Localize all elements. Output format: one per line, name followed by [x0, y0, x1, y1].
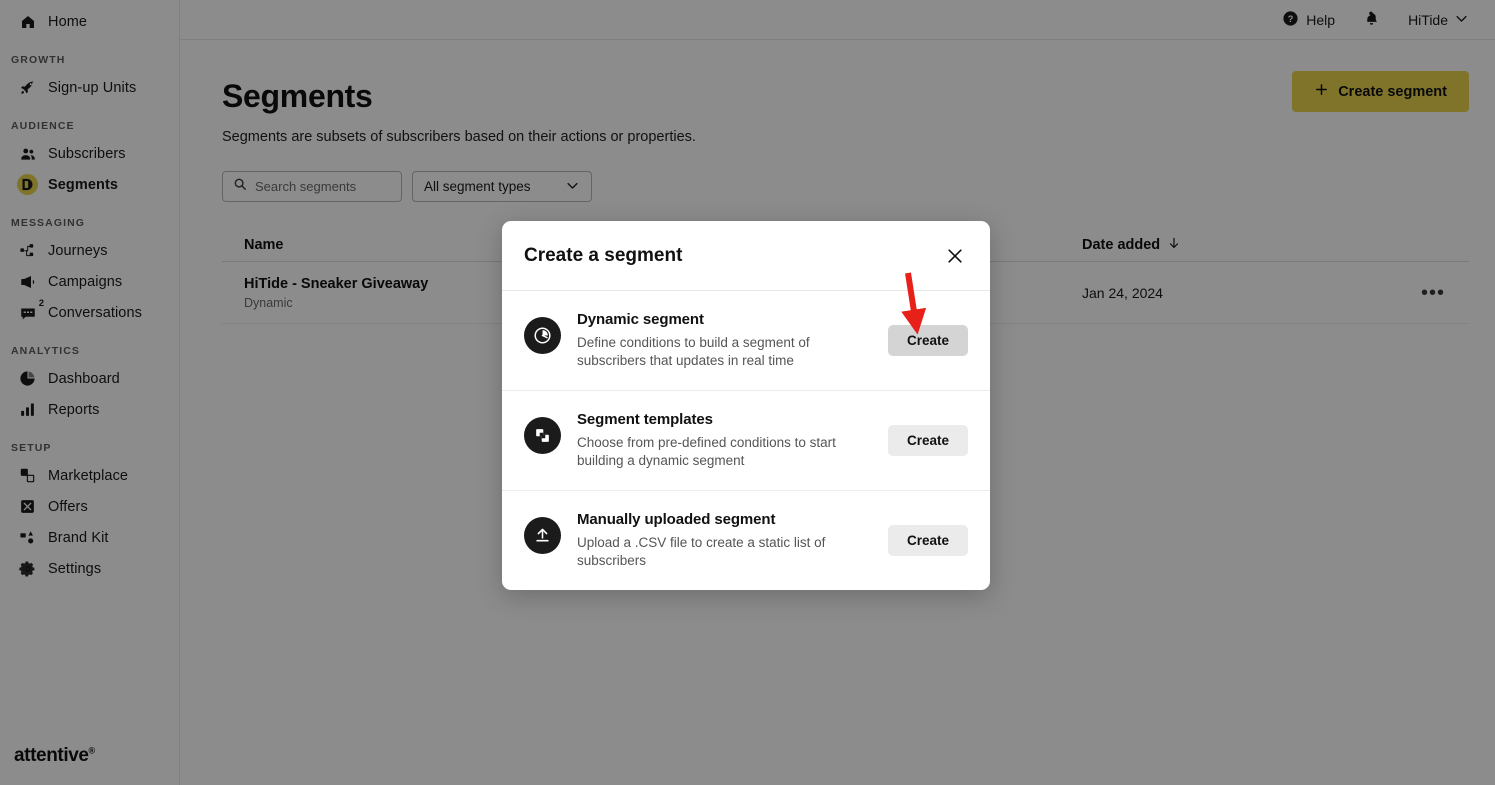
create-segment-modal: Create a segment Dynamic segment Define …	[502, 221, 990, 590]
option-text: Dynamic segment Define conditions to bui…	[577, 311, 872, 370]
modal-title: Create a segment	[524, 245, 682, 267]
option-text: Segment templates Choose from pre-define…	[577, 411, 872, 470]
dynamic-segment-create-button[interactable]: Create	[888, 325, 968, 356]
manual-upload-create-button[interactable]: Create	[888, 525, 968, 556]
option-dynamic-segment[interactable]: Dynamic segment Define conditions to bui…	[502, 291, 990, 391]
option-segment-templates[interactable]: Segment templates Choose from pre-define…	[502, 391, 990, 491]
templates-squares-icon	[524, 417, 561, 454]
option-description: Choose from pre-defined conditions to st…	[577, 434, 866, 470]
option-text: Manually uploaded segment Upload a .CSV …	[577, 511, 872, 570]
modal-header: Create a segment	[502, 221, 990, 291]
clock-pie-icon	[524, 317, 561, 354]
option-title: Segment templates	[577, 411, 866, 428]
close-icon[interactable]	[942, 243, 968, 269]
app-root: Home GROWTH Sign-up Units AUDIENCE Subsc	[0, 0, 1495, 785]
option-title: Dynamic segment	[577, 311, 866, 328]
segment-templates-create-button[interactable]: Create	[888, 425, 968, 456]
option-description: Define conditions to build a segment of …	[577, 334, 866, 370]
option-title: Manually uploaded segment	[577, 511, 866, 528]
upload-icon	[524, 517, 561, 554]
option-description: Upload a .CSV file to create a static li…	[577, 534, 866, 570]
option-manually-uploaded-segment[interactable]: Manually uploaded segment Upload a .CSV …	[502, 491, 990, 590]
